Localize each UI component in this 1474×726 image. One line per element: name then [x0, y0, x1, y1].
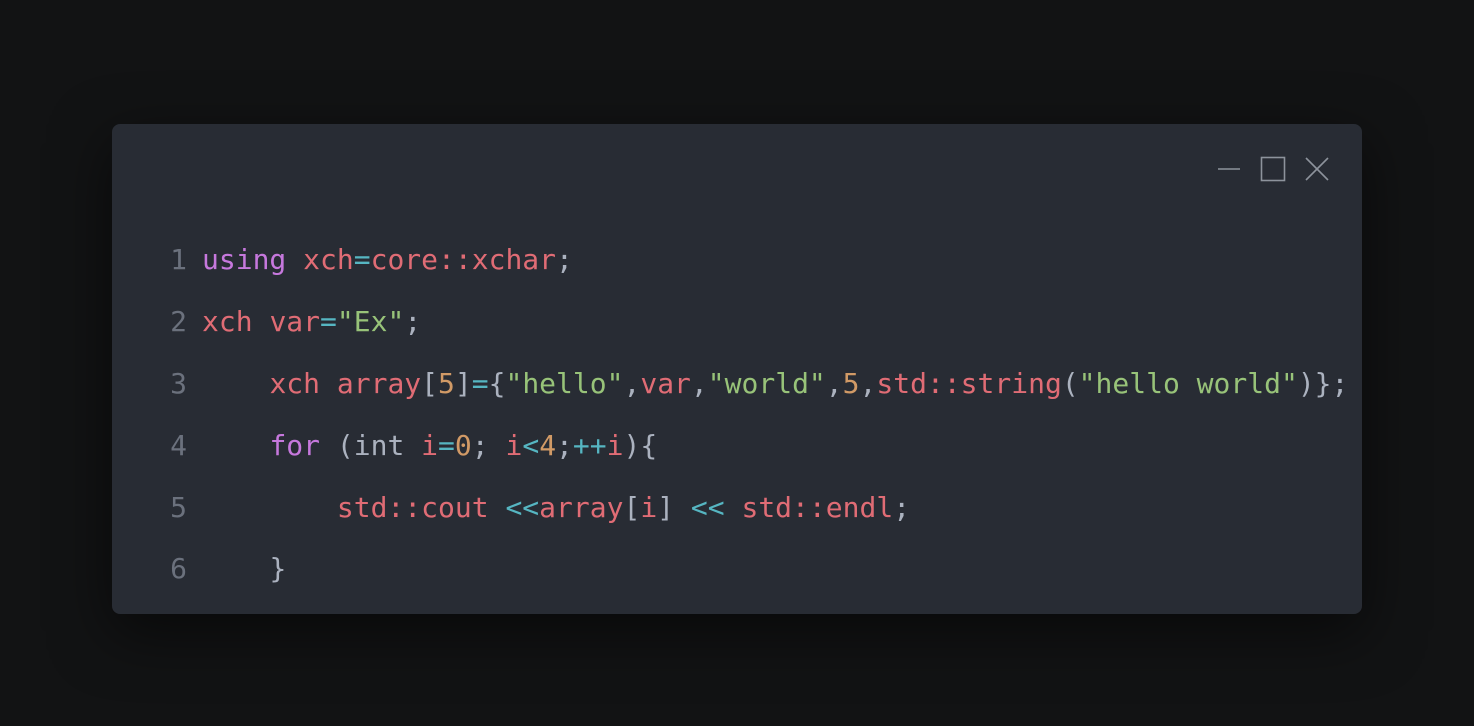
code-token: < — [522, 428, 540, 462]
code-token: i — [505, 428, 523, 462]
code-token: << — [505, 490, 540, 524]
code-token: , — [859, 366, 877, 400]
code-token: = — [320, 305, 337, 339]
line-number: 6 — [170, 552, 187, 586]
line-source: using xch=core::xchar; — [187, 243, 573, 276]
line-source: std::cout <<array[i] << std::endl; — [187, 491, 910, 524]
code-token: 0 — [454, 428, 472, 462]
code-token: ++ — [572, 428, 607, 462]
code-line: 6 } — [112, 538, 1362, 600]
code-token: i — [606, 428, 624, 462]
line-source: for (int i=0; i<4;++i){ — [187, 429, 657, 462]
code-token: } — [269, 552, 287, 586]
window-controls — [1214, 154, 1332, 184]
code-token: , — [825, 366, 843, 400]
line-number: 5 — [170, 490, 187, 524]
code-line: 1 using xch=core::xchar; — [112, 229, 1362, 291]
code-token: << — [690, 490, 725, 524]
code-token: std::cout — [336, 490, 489, 524]
code-token: , — [690, 366, 708, 400]
code-token: array — [539, 490, 624, 524]
line-source: } — [187, 552, 286, 585]
code-token: i — [421, 428, 439, 462]
code-token: core::xchar — [370, 243, 557, 277]
code-token: ; — [556, 428, 573, 462]
code-token: using — [202, 243, 287, 277]
code-token: { — [488, 366, 506, 400]
code-token: ){ — [623, 428, 658, 462]
code-token: "hello world" — [1078, 366, 1298, 400]
close-button[interactable] — [1302, 154, 1332, 184]
code-token: array — [336, 366, 422, 400]
code-token: ] — [657, 490, 691, 524]
code-token: xch — [269, 366, 321, 400]
line-number: 3 — [170, 366, 187, 400]
code-token: "hello" — [505, 366, 624, 400]
code-line: 4 for (int i=0; i<4;++i){ — [112, 414, 1362, 476]
maximize-button[interactable] — [1258, 154, 1288, 184]
maximize-icon — [1260, 156, 1286, 182]
close-icon — [1304, 156, 1330, 182]
code-token: ] — [454, 366, 472, 400]
code-token: [ — [421, 366, 439, 400]
minimize-button[interactable] — [1214, 154, 1244, 184]
code-token: "Ex" — [336, 305, 405, 339]
line-number: 2 — [170, 305, 187, 339]
code-token: 4 — [539, 428, 557, 462]
code-token: ; — [404, 305, 422, 339]
code-line: 5 std::cout <<array[i] << std::endl; — [112, 476, 1362, 538]
code-token: 5 — [438, 366, 455, 400]
code-token: xch — [202, 305, 253, 339]
code-token: std::endl — [741, 490, 894, 524]
code-token: i — [640, 490, 658, 524]
line-source: xch var="Ex"; — [187, 305, 421, 338]
code-token: var — [640, 366, 691, 400]
code-token: std::string — [876, 366, 1062, 400]
code-token: var — [269, 305, 321, 339]
code-token: 5 — [842, 366, 860, 400]
minimize-icon — [1217, 157, 1241, 181]
line-number: 1 — [170, 243, 187, 277]
code-line: 2 xch var="Ex"; — [112, 291, 1362, 353]
code-token: = — [438, 428, 455, 462]
code-token: , — [623, 366, 641, 400]
code-token: ; — [556, 243, 573, 277]
code-token: )}; — [1297, 366, 1349, 400]
code-token: ( — [1061, 366, 1079, 400]
code-window: 1 using xch=core::xchar; 2 xch var="Ex"; 3 x… — [112, 124, 1362, 614]
code-block: 1 using xch=core::xchar; 2 xch var="Ex"; 3 x… — [112, 229, 1362, 600]
code-token: ; — [893, 490, 911, 524]
line-source: xch array[5]={"hello",var,"world",5,std:… — [187, 367, 1348, 400]
code-line: 3 xch array[5]={"hello",var,"world",5,st… — [112, 353, 1362, 415]
code-token: xch — [303, 243, 354, 277]
code-token: ; — [471, 428, 506, 462]
code-token: (int — [320, 428, 422, 462]
code-token: "world" — [707, 366, 826, 400]
code-token: [ — [623, 490, 641, 524]
line-number: 4 — [170, 428, 187, 462]
code-token: for — [269, 428, 321, 462]
code-token: = — [471, 366, 489, 400]
code-token: = — [353, 243, 371, 277]
